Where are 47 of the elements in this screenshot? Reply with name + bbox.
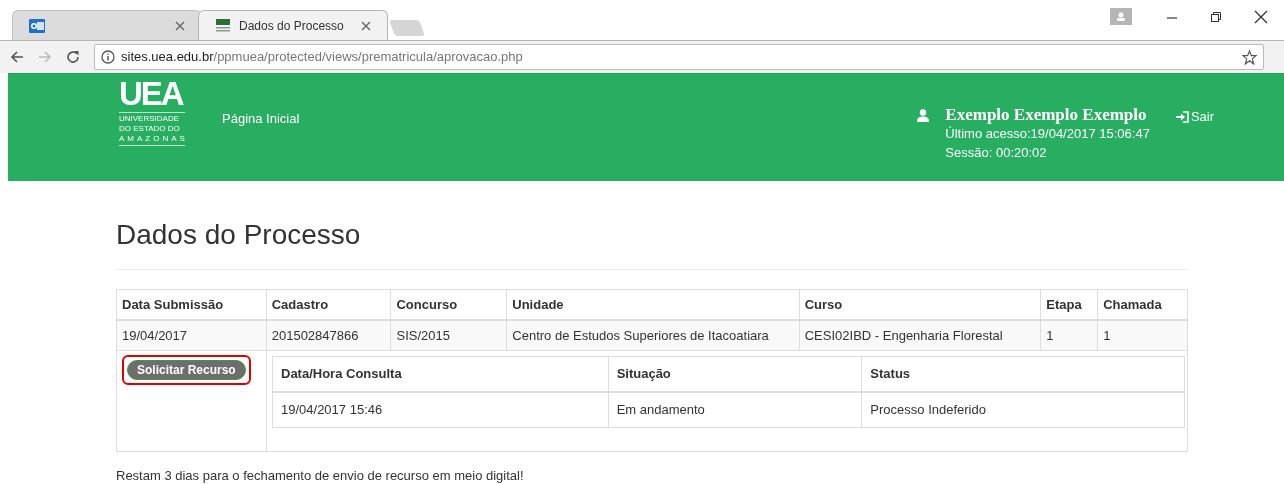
deadline-notice: Restam 3 dias para o fechamento de envio de recurso em meio digital! [116,467,525,484]
column-header: Etapa [1040,290,1098,319]
column-header: Concurso [390,290,507,319]
logo-text: DO ESTADO DO [119,124,181,134]
person-icon [1116,12,1126,21]
column-header: Status [861,357,1184,391]
info-icon[interactable] [101,50,115,64]
column-header: Curso [798,290,1041,319]
user-icon [917,109,930,122]
mail-app-icon [29,17,45,34]
table-cell: 1 [1040,321,1098,350]
restore-icon[interactable] [1210,10,1222,23]
close-icon[interactable] [1254,9,1268,24]
tab-title: Dados do Processo [239,17,345,35]
column-header: Situação [607,357,862,391]
logo-mark: UEA [119,79,185,109]
sign-in-icon [1175,110,1189,123]
column-header: Data Submissão [121,295,225,314]
table-cell-text: 19/04/2017 15:46 [280,401,384,420]
appeal-button[interactable]: Solicitar Recurso [127,360,246,380]
table-cell: CESI02IBD - Engenharia Florestal [798,321,1041,350]
table-cell: 201502847866 [265,321,391,350]
user-name: Exemplo Exemplo Exemplo [945,105,1148,125]
session-text: Sessão: 00:20:02 [945,144,1048,162]
column-header: Chamada [1097,290,1187,319]
table-cell-text: 19/04/2017 [121,326,189,345]
star-icon[interactable] [1242,49,1257,65]
logo-text: AMAZONAS [119,134,185,144]
last-access-text: Último acesso:19/04/2017 15:06:47 [945,125,1150,143]
table-cell: Processo Indeferido [861,393,1184,427]
browser-tab[interactable]: Dados do Processo [198,10,388,40]
column-header: Unidade [506,290,799,319]
university-logo[interactable]: UEA UNIVERSIDADE DO ESTADO DO AMAZONAS [119,79,185,181]
logout-link[interactable]: Sair [1175,107,1214,127]
home-link[interactable]: Página Inicial [222,109,300,129]
table-cell: SIS/2015 [390,321,507,350]
back-arrow-icon[interactable] [10,50,24,64]
address-field[interactable]: sites.uea.edu.br/ppmuea/protected/views/prematricula/aprovacao.php [94,44,1264,70]
reload-icon[interactable] [66,50,80,64]
table-cell: 1 [1097,321,1187,350]
column-header: Cadastro [265,290,391,319]
page-title: Dados do Processo [116,218,1188,270]
column-header: Data/Hora Consulta [280,365,403,384]
table-cell: Em andamento [607,393,862,427]
site-logo-icon [215,17,231,34]
table-cell: Centro de Estudos Superiores de Itacoatiara [506,321,799,350]
logo-text: UNIVERSIDADE [119,114,180,124]
